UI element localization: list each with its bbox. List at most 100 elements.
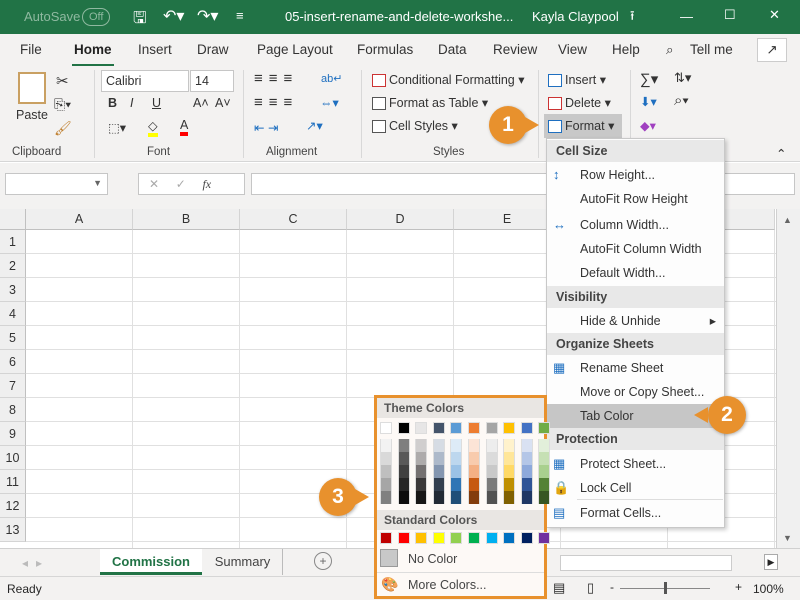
horizontal-scrollbar[interactable] bbox=[560, 555, 732, 571]
scroll-tabs-right-icon[interactable]: ▸ bbox=[36, 556, 42, 570]
theme-shade-swatch[interactable] bbox=[397, 465, 410, 478]
theme-shade-swatch[interactable] bbox=[485, 465, 498, 478]
theme-shade-swatch[interactable] bbox=[485, 452, 498, 465]
theme-shade-swatch[interactable] bbox=[380, 465, 392, 478]
row-header[interactable]: 10 bbox=[0, 446, 26, 470]
theme-shade-swatch[interactable] bbox=[520, 465, 533, 478]
theme-shade-swatch[interactable] bbox=[468, 452, 480, 465]
menu-item-rename-sheet[interactable]: ▦ Rename Sheet bbox=[547, 356, 724, 380]
menu-item-hide-unhide[interactable]: Hide & Unhide ▸ bbox=[547, 309, 724, 333]
theme-color-swatch[interactable] bbox=[485, 422, 498, 434]
tab-page-layout[interactable]: Page Layout bbox=[257, 42, 333, 57]
theme-color-swatch[interactable] bbox=[450, 422, 463, 434]
theme-shade-swatch[interactable] bbox=[503, 478, 516, 491]
name-box[interactable]: ▼ bbox=[5, 173, 108, 195]
theme-shade-swatch[interactable] bbox=[415, 465, 428, 478]
theme-shade-swatch[interactable] bbox=[485, 478, 498, 491]
theme-shade-swatch[interactable] bbox=[432, 491, 445, 504]
page-layout-view-icon[interactable]: ▤ bbox=[553, 580, 565, 596]
row-header[interactable]: 5 bbox=[0, 326, 26, 350]
close-button[interactable]: ✕ bbox=[769, 7, 780, 23]
vertical-align-icons[interactable]: ≡≡≡ bbox=[254, 70, 298, 87]
row-header[interactable]: 8 bbox=[0, 398, 26, 422]
row-header[interactable]: 9 bbox=[0, 422, 26, 446]
format-as-table-button[interactable]: Format as Table ▾ bbox=[372, 95, 488, 111]
theme-shade-swatch[interactable] bbox=[503, 439, 516, 452]
autosave-toggle[interactable]: Off bbox=[82, 8, 111, 26]
conditional-formatting-button[interactable]: Conditional Formatting ▾ bbox=[372, 72, 525, 88]
theme-shade-swatch[interactable] bbox=[415, 491, 428, 504]
theme-shade-swatch[interactable] bbox=[520, 491, 533, 504]
format-painter-icon[interactable]: 🖌 bbox=[54, 120, 72, 137]
scroll-down-icon[interactable]: ▼ bbox=[783, 533, 792, 543]
menu-item-autofit-column-width[interactable]: AutoFit Column Width bbox=[547, 237, 724, 261]
italic-button[interactable]: I bbox=[130, 96, 133, 110]
merge-center-icon[interactable]: ⇔▾ bbox=[320, 95, 339, 110]
menu-item-format-cells[interactable]: ▤ Format Cells... bbox=[547, 501, 724, 525]
format-cells-button[interactable]: Format ▾ bbox=[544, 114, 622, 138]
tab-help[interactable]: Help bbox=[612, 42, 640, 57]
theme-shade-swatch[interactable] bbox=[432, 439, 445, 452]
find-select-icon[interactable]: ⌕▾ bbox=[674, 92, 689, 109]
row-header[interactable]: 2 bbox=[0, 254, 26, 278]
row-header[interactable]: 7 bbox=[0, 374, 26, 398]
column-header[interactable]: E bbox=[454, 209, 561, 230]
theme-shade-swatch[interactable] bbox=[538, 452, 551, 465]
row-header[interactable]: 12 bbox=[0, 494, 26, 518]
enter-icon[interactable]: ✓ bbox=[176, 177, 186, 191]
standard-color-swatch[interactable] bbox=[415, 532, 428, 544]
customize-qat-icon[interactable]: ≡ bbox=[236, 8, 244, 23]
theme-shade-swatch[interactable] bbox=[485, 491, 498, 504]
standard-color-swatch[interactable] bbox=[503, 532, 516, 544]
user-name[interactable]: Kayla Claypool bbox=[532, 9, 619, 24]
tab-view[interactable]: View bbox=[558, 42, 587, 57]
theme-shade-swatch[interactable] bbox=[538, 491, 551, 504]
standard-color-swatch[interactable] bbox=[485, 532, 498, 544]
zoom-in-button[interactable]: + bbox=[735, 580, 742, 594]
theme-shade-swatch[interactable] bbox=[432, 465, 445, 478]
theme-color-swatch[interactable] bbox=[432, 422, 445, 434]
no-color-option[interactable]: No Color bbox=[408, 552, 457, 566]
insert-function-icon[interactable]: fx bbox=[202, 177, 211, 191]
font-size-select[interactable]: 14 bbox=[190, 70, 234, 92]
theme-shade-swatch[interactable] bbox=[503, 465, 516, 478]
collapse-ribbon-icon[interactable]: ⌃ bbox=[776, 146, 786, 161]
theme-shade-swatch[interactable] bbox=[468, 465, 480, 478]
standard-color-swatch[interactable] bbox=[520, 532, 533, 544]
row-header[interactable]: 11 bbox=[0, 470, 26, 494]
paste-button[interactable]: Paste bbox=[16, 108, 48, 122]
minimize-button[interactable]: — bbox=[680, 9, 693, 24]
undo-icon[interactable]: ↶▾ bbox=[163, 6, 184, 26]
menu-item-protect-sheet[interactable]: ▦ Protect Sheet... bbox=[547, 452, 724, 476]
theme-shade-swatch[interactable] bbox=[397, 439, 410, 452]
theme-shade-swatch[interactable] bbox=[450, 491, 463, 504]
insert-cells-button[interactable]: Insert ▾ bbox=[548, 72, 606, 88]
grow-font-button[interactable]: A˄ bbox=[193, 96, 209, 110]
theme-color-swatch[interactable] bbox=[538, 422, 551, 434]
tab-review[interactable]: Review bbox=[493, 42, 537, 57]
standard-color-swatch[interactable] bbox=[538, 532, 551, 544]
row-header[interactable]: 4 bbox=[0, 302, 26, 326]
theme-shade-swatch[interactable] bbox=[415, 452, 428, 465]
tell-me[interactable]: Tell me bbox=[690, 42, 733, 57]
more-colors-option[interactable]: More Colors... bbox=[408, 578, 487, 592]
maximize-button[interactable]: ☐ bbox=[724, 7, 736, 23]
column-header[interactable]: D bbox=[347, 209, 454, 230]
menu-item-lock-cell[interactable]: 🔒 Lock Cell bbox=[547, 476, 724, 500]
theme-shade-swatch[interactable] bbox=[432, 478, 445, 491]
standard-color-swatch[interactable] bbox=[432, 532, 445, 544]
tab-home[interactable]: Home bbox=[72, 42, 114, 67]
standard-color-swatch[interactable] bbox=[380, 532, 392, 544]
cut-icon[interactable]: ✂ bbox=[56, 72, 69, 90]
cancel-icon[interactable]: ✕ bbox=[149, 177, 159, 191]
horizontal-align-icons[interactable]: ≡≡≡ bbox=[254, 94, 298, 111]
theme-shade-swatch[interactable] bbox=[450, 439, 463, 452]
font-name-select[interactable]: Calibri bbox=[101, 70, 189, 92]
orientation-icon[interactable]: ↗▾ bbox=[306, 118, 323, 133]
zoom-level[interactable]: 100% bbox=[753, 582, 784, 596]
scroll-right-icon[interactable]: ▶ bbox=[764, 554, 778, 570]
sort-filter-icon[interactable]: ⇅▾ bbox=[674, 70, 691, 86]
theme-shade-swatch[interactable] bbox=[450, 452, 463, 465]
theme-color-swatch[interactable] bbox=[380, 422, 392, 434]
ribbon-display-icon[interactable]: ⭱ bbox=[630, 7, 635, 29]
